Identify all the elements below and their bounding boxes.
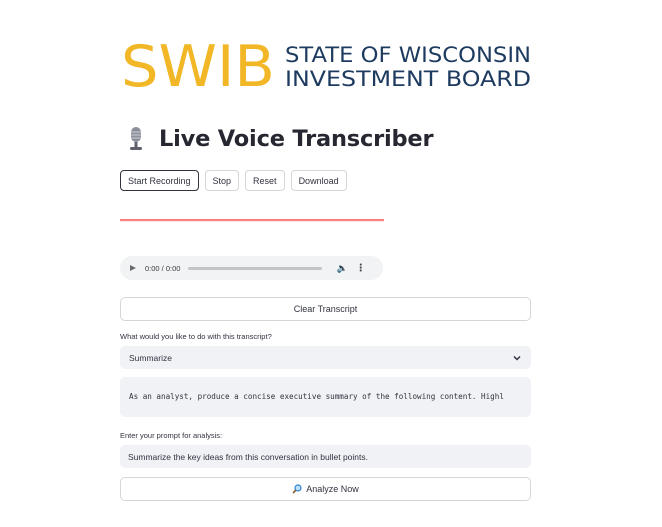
stop-button[interactable]: Stop [204,170,240,191]
logo-mark: SWIB [121,36,275,90]
logo-line-1: STATE OF WISCONSIN [285,43,531,67]
analyze-now-button[interactable]: Analyze Now [120,477,531,501]
search-icon [292,484,302,494]
play-icon[interactable] [130,265,136,271]
action-select-label: What would you like to do with this tran… [120,332,272,341]
analyze-now-label: Analyze Now [306,484,359,494]
chevron-down-icon [513,355,521,361]
audio-player[interactable]: 0:00 / 0:00 🔈 ⋮ [120,256,383,280]
action-select[interactable]: Summarize [120,346,531,369]
reset-button[interactable]: Reset [245,170,285,191]
download-button[interactable]: Download [290,170,347,191]
start-recording-button[interactable]: Start Recording [120,170,199,191]
audio-waveform [120,219,384,222]
microphone-icon [130,127,142,150]
prompt-template-code: As an analyst, produce a concise executi… [120,377,531,417]
prompt-input[interactable]: Summarize the key ideas from this conver… [120,445,531,468]
recording-controls: Start Recording Stop Reset Download [120,170,347,191]
action-select-value: Summarize [129,352,172,363]
prompt-input-label: Enter your prompt for analysis: [120,431,223,440]
audio-seek-bar[interactable] [188,266,323,270]
page-header: Live Voice Transcriber [121,124,434,154]
clear-transcript-button[interactable]: Clear Transcript [120,297,531,321]
audio-time: 0:00 / 0:00 [145,263,181,273]
swib-logo: SWIB STATE OF WISCONSIN INVESTMENT BOARD [121,36,533,90]
volume-icon[interactable]: 🔈 [336,263,347,274]
page-title: Live Voice Transcriber [159,126,434,152]
logo-line-2: INVESTMENT BOARD [285,67,531,90]
more-options-icon[interactable]: ⋮ [356,263,366,274]
